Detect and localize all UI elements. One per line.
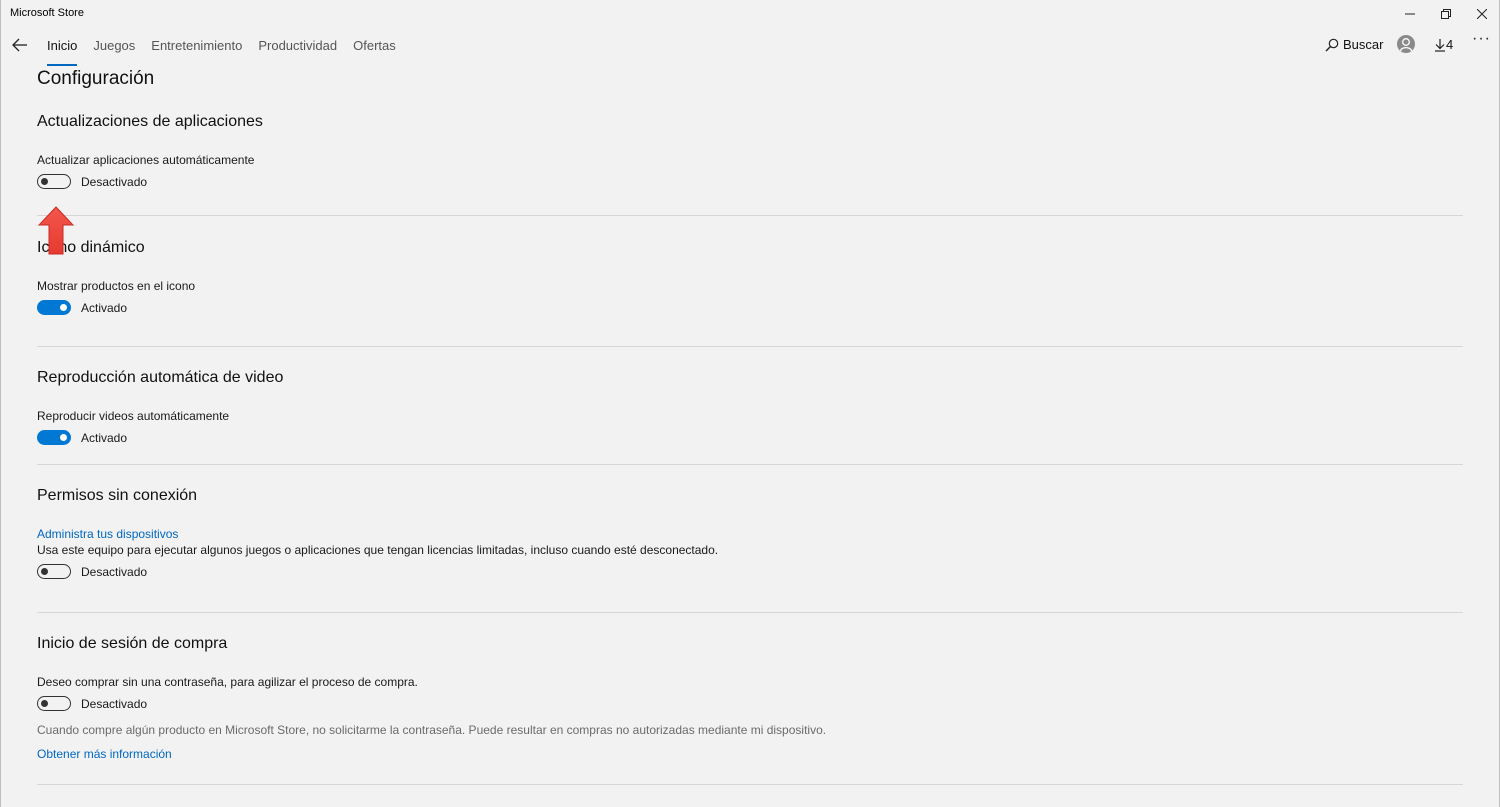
minimize-icon <box>1405 13 1415 15</box>
section-video-autoplay: Reproducción automática de video Reprodu… <box>37 367 1463 457</box>
back-arrow-icon <box>12 38 27 52</box>
search-label: Buscar <box>1343 37 1384 52</box>
section-offline-permissions: Permisos sin conexión Administra tus dis… <box>37 485 1463 595</box>
up-arrow-icon <box>37 206 75 255</box>
divider <box>37 464 1463 465</box>
close-icon <box>1477 9 1487 19</box>
setting-label: Usa este equipo para ejecutar algunos ju… <box>37 543 719 557</box>
toggle-knob <box>41 568 48 575</box>
setting-label: Mostrar productos en el icono <box>37 279 196 293</box>
tab-entretenimiento[interactable]: Entretenimiento <box>151 28 242 64</box>
toggle-knob <box>60 434 67 441</box>
section-heading: Actualizaciones de aplicaciones <box>37 113 263 130</box>
offline-permissions-toggle[interactable] <box>37 564 71 579</box>
tab-productividad[interactable]: Productividad <box>258 28 337 64</box>
toggle-state: Desactivado <box>81 696 148 711</box>
toggle-state: Activado <box>81 300 128 315</box>
video-autoplay-toggle[interactable] <box>37 430 71 445</box>
auto-update-toggle[interactable] <box>37 174 71 189</box>
auto-update-toggle-row: Desactivado <box>37 174 147 189</box>
tab-juegos[interactable]: Juegos <box>93 28 135 64</box>
video-autoplay-toggle-row: Activado <box>37 430 127 445</box>
section-purchase-signin: Inicio de sesión de compra Deseo comprar… <box>37 633 1463 773</box>
search-icon <box>1325 38 1339 51</box>
app-title: Microsoft Store <box>10 7 84 19</box>
divider <box>37 612 1463 613</box>
toggle-knob <box>41 700 48 707</box>
purchase-signin-toggle[interactable] <box>37 696 71 711</box>
setting-label: Reproducir videos automáticamente <box>37 409 230 423</box>
section-heading: Inicio de sesión de compra <box>37 635 228 652</box>
manage-devices-link[interactable]: Administra tus dispositivos <box>37 527 178 541</box>
live-tile-toggle-row: Activado <box>37 300 127 315</box>
toggle-knob <box>60 304 67 311</box>
divider <box>37 346 1463 347</box>
toggle-knob <box>41 178 48 185</box>
section-app-updates: Actualizaciones de aplicaciones Actualiz… <box>37 111 1463 201</box>
section-heading: Reproducción automática de video <box>37 369 284 386</box>
downloads-count: 4 <box>1446 37 1454 52</box>
downloads-button[interactable]: 4 <box>1434 37 1453 52</box>
nav-tabs: Inicio Juegos Entretenimiento Productivi… <box>47 28 412 66</box>
more-info-link[interactable]: Obtener más información <box>37 747 172 761</box>
section-heading: Permisos sin conexión <box>37 487 198 504</box>
annotation-arrow <box>37 206 75 261</box>
page-title: Configuración <box>37 68 155 89</box>
more-icon: ··· <box>1472 30 1491 47</box>
person-icon <box>1399 38 1413 52</box>
toggle-state: Desactivado <box>81 174 148 189</box>
offline-permissions-toggle-row: Desactivado <box>37 564 147 579</box>
back-button[interactable] <box>9 34 31 56</box>
download-icon <box>1435 38 1445 52</box>
close-button[interactable] <box>1459 0 1500 28</box>
toggle-state: Activado <box>81 430 128 445</box>
purchase-signin-toggle-row: Desactivado <box>37 696 147 711</box>
divider <box>37 784 1463 785</box>
toggle-state: Desactivado <box>81 564 148 579</box>
purchase-note: Cuando compre algún producto en Microsof… <box>37 723 827 737</box>
tab-inicio[interactable]: Inicio <box>47 28 78 66</box>
tab-ofertas[interactable]: Ofertas <box>353 28 396 64</box>
search-button[interactable]: Buscar <box>1325 37 1383 52</box>
setting-label: Actualizar aplicaciones automáticamente <box>37 153 255 167</box>
account-avatar[interactable] <box>1397 35 1415 53</box>
setting-label: Deseo comprar sin una contraseña, para a… <box>37 675 418 689</box>
more-options-button[interactable]: ··· <box>1472 30 1491 48</box>
window-border-left <box>0 0 1 807</box>
divider <box>37 215 1463 216</box>
live-tile-toggle[interactable] <box>37 300 71 315</box>
restore-icon <box>1441 9 1451 19</box>
title-bar: Microsoft Store <box>0 0 1500 28</box>
nav-bar: Inicio Juegos Entretenimiento Productivi… <box>0 28 1500 66</box>
section-live-tile: Icono dinámico Mostrar productos en el i… <box>37 237 1463 327</box>
